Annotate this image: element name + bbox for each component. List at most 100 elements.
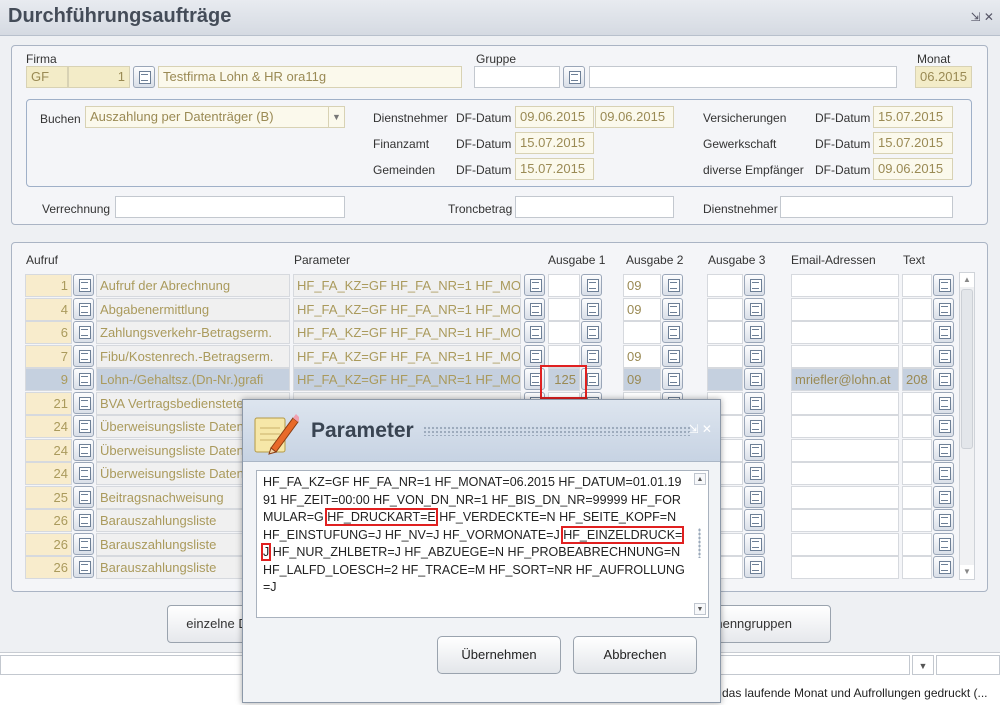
troncbetrag-field[interactable] [515,196,674,218]
text-button[interactable] [933,556,954,578]
cell-a3[interactable] [707,321,743,344]
gruppe-lookup-button[interactable] [563,66,585,88]
firma-lookup-button[interactable] [133,66,155,88]
cell-nr[interactable]: 24 [25,438,72,462]
cell-text[interactable] [902,415,932,438]
chevron-down-icon[interactable]: ▼ [328,107,344,127]
cell-nr[interactable]: 4 [25,297,72,321]
text-button[interactable] [933,344,954,367]
window-controls[interactable]: ⇲ ✕ [971,10,994,24]
diverse-df-field[interactable]: 09.06.2015 [873,158,953,180]
scroll-thumb[interactable] [961,289,973,449]
ausgabe1-button[interactable] [581,321,602,343]
cell-nr[interactable]: 26 [25,509,72,532]
cell-email[interactable] [791,438,899,462]
cell-a3[interactable] [707,297,743,321]
extra-dienstnehmer-field[interactable] [780,196,953,218]
param-edit-button[interactable] [524,297,545,320]
text-button[interactable] [933,321,954,343]
row-lookup-button[interactable] [73,556,94,578]
ausgabe3-button[interactable] [744,344,765,367]
row-lookup-button[interactable] [73,321,94,343]
cell-nr[interactable]: 6 [25,321,72,344]
row-lookup-button[interactable] [73,485,94,508]
cell-a2[interactable]: 09 [623,274,661,297]
cell-text[interactable] [902,462,932,485]
ausgabe3-button[interactable] [744,462,765,484]
cell-nr[interactable]: 24 [25,462,72,485]
cell-email[interactable] [791,391,899,415]
cell-nr[interactable]: 1 [25,274,72,297]
cell-text[interactable] [902,556,932,579]
cell-nr[interactable]: 7 [25,344,72,368]
cell-name[interactable]: Zahlungsverkehr-Betragserm. [96,321,290,344]
ausgabe3-button[interactable] [744,438,765,461]
ausgabe2-button[interactable] [662,297,683,320]
gemeinden-df-field[interactable]: 15.07.2015 [515,158,594,180]
table-row[interactable]: 7 Fibu/Kostenrech.-Betragserm. HF_FA_KZ=GF… [25,344,959,368]
ausgabe1-button[interactable] [581,274,602,296]
text-button[interactable] [933,462,954,484]
cell-text[interactable] [902,297,932,321]
textarea-scrollbar[interactable]: ▲ ▼ [694,473,706,615]
cell-a1[interactable] [548,274,580,297]
ausgabe3-button[interactable] [744,556,765,578]
ausgabe3-button[interactable] [744,532,765,555]
ausgabe3-button[interactable] [744,415,765,437]
cell-a1[interactable] [548,321,580,344]
gewerkschaft-df-field[interactable]: 15.07.2015 [873,132,953,154]
cell-name[interactable]: Lohn-/Gehaltsz.(Dn-Nr.)grafi [96,368,290,391]
gruppe-field[interactable] [474,66,560,88]
cell-email[interactable] [791,415,899,438]
ausgabe3-button[interactable] [744,368,765,390]
cell-email[interactable] [791,321,899,344]
ausgabe3-button[interactable] [744,509,765,531]
ausgabe2-button[interactable] [662,321,683,343]
table-row[interactable]: 1 Aufruf der Abrechnung HF_FA_KZ=GF HF_FA_… [25,274,959,297]
cell-text[interactable] [902,274,932,297]
text-button[interactable] [933,297,954,320]
abbrechen-button[interactable]: Abbrechen [573,636,697,674]
row-lookup-button[interactable] [73,415,94,437]
parameter-textarea[interactable]: HF_FA_KZ=GF HF_FA_NR=1 HF_MONAT=06.2015 … [256,470,709,618]
ausgabe3-button[interactable] [744,485,765,508]
verrechnung-field[interactable] [115,196,345,218]
cell-name[interactable]: Abgabenermittlung [96,297,290,321]
underlying-select-arrow[interactable]: ▼ [912,655,934,675]
text-button[interactable] [933,438,954,461]
ausgabe3-button[interactable] [744,297,765,320]
cell-param[interactable]: HF_FA_KZ=GF HF_FA_NR=1 HF_MONAT [293,297,521,321]
cell-nr[interactable]: 9 [25,368,72,391]
cell-email[interactable] [791,344,899,368]
row-lookup-button[interactable] [73,391,94,414]
cell-email[interactable] [791,297,899,321]
versicherungen-df-field[interactable]: 15.07.2015 [873,106,953,128]
dialog-controls[interactable]: ⇲ ✕ [689,422,712,436]
cell-text[interactable] [902,438,932,462]
param-edit-button[interactable] [524,321,545,343]
firma-code-field[interactable]: GF [26,66,68,88]
cell-email[interactable] [791,532,899,556]
ausgabe1-button[interactable] [581,344,602,367]
text-button[interactable] [933,274,954,296]
dialog-drag-handle[interactable] [423,426,691,436]
cell-nr[interactable]: 26 [25,532,72,556]
cell-text[interactable] [902,509,932,532]
cell-name[interactable]: Aufruf der Abrechnung [96,274,290,297]
uebernehmen-button[interactable]: Übernehmen [437,636,561,674]
cell-a2[interactable]: 09 [623,344,661,368]
cell-param[interactable]: HF_FA_KZ=GF HF_FA_NR=1 HF_MONAT [293,344,521,368]
ausgabe3-button[interactable] [744,391,765,414]
cell-text[interactable] [902,321,932,344]
cell-param[interactable]: HF_FA_KZ=GF HF_FA_NR=1 HF_MONAT [293,321,521,344]
cell-email[interactable] [791,274,899,297]
row-lookup-button[interactable] [73,344,94,367]
cell-text[interactable]: 208 [902,368,932,391]
param-edit-button[interactable] [524,274,545,296]
cell-text[interactable] [902,344,932,368]
cell-name[interactable]: Fibu/Kostenrech.-Betragserm. [96,344,290,368]
row-lookup-button[interactable] [73,368,94,390]
dienstnehmer-df-field-1[interactable]: 09.06.2015 [515,106,594,128]
cell-a2[interactable]: 09 [623,297,661,321]
row-lookup-button[interactable] [73,532,94,555]
